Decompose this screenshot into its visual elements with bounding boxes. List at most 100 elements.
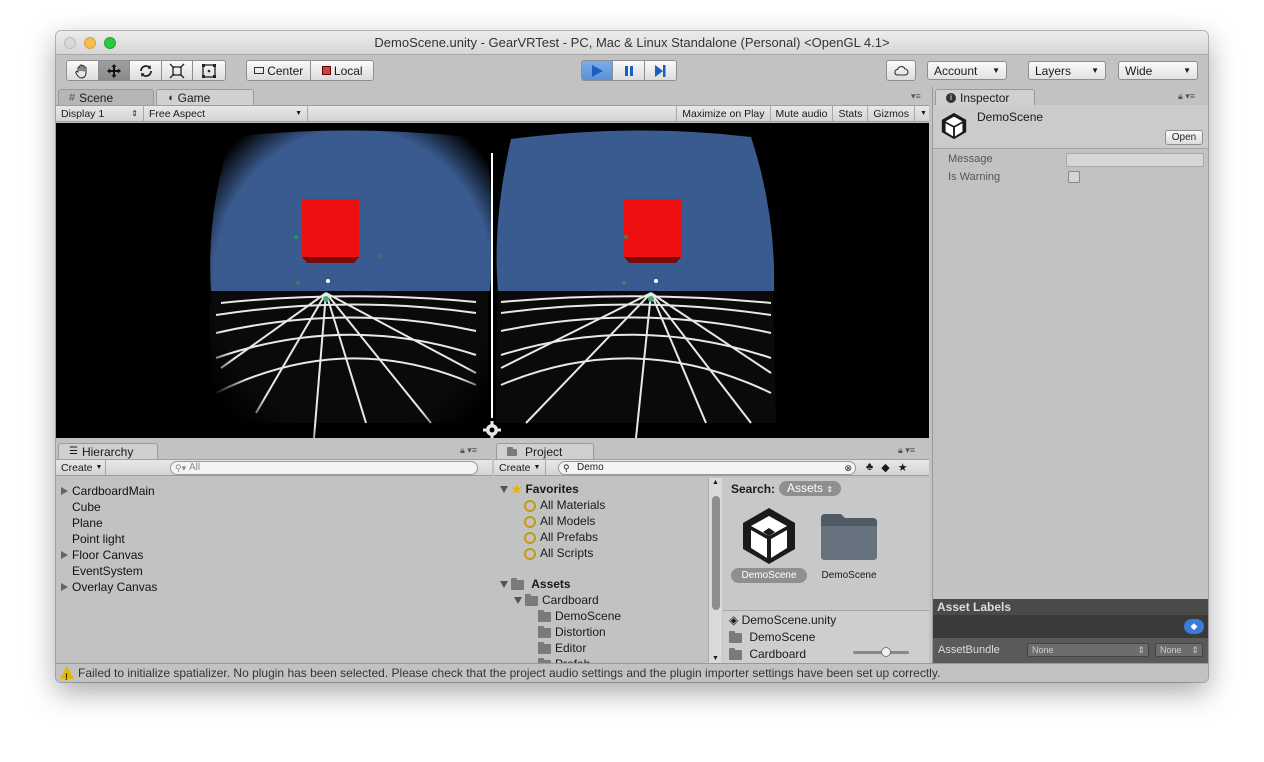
favorite-item[interactable]: All Prefabs — [524, 530, 598, 544]
expand-arrow-icon[interactable] — [500, 486, 508, 493]
hierarchy-item[interactable]: CardboardMain — [61, 483, 155, 499]
create-label: Create — [61, 461, 93, 474]
asset-list-item[interactable]: Cardboard — [729, 647, 806, 661]
search-scope-dropdown[interactable]: Assets ⇕ — [779, 481, 842, 496]
game-viewport[interactable] — [56, 123, 929, 438]
play-button[interactable] — [582, 61, 614, 80]
aspect-dropdown[interactable]: Free Aspect ▼ — [144, 106, 308, 121]
hierarchy-item[interactable]: Point light — [72, 531, 125, 547]
message-field[interactable] — [1066, 153, 1204, 167]
maximize-window-button[interactable] — [104, 37, 116, 49]
favorites-node[interactable]: ★ Favorites — [500, 482, 579, 496]
folder-tree-item[interactable]: Distortion — [538, 625, 606, 639]
scroll-up-icon[interactable]: ▲ — [712, 479, 719, 486]
status-message: Failed to initialize spatializer. No plu… — [78, 666, 941, 680]
assetbundle-dropdown[interactable]: None ⇕ — [1027, 643, 1149, 657]
hierarchy-item[interactable]: Floor Canvas — [61, 547, 143, 563]
tab-project[interactable]: Project — [496, 443, 594, 460]
project-create-dropdown[interactable]: Create ▼ — [494, 460, 546, 475]
asset-labels-title: Asset Labels — [933, 599, 1208, 615]
project-search-input[interactable]: ⚲ Demo ⊗ — [558, 460, 856, 475]
favorite-label: All Materials — [540, 498, 606, 512]
icon-size-slider[interactable] — [853, 647, 909, 657]
display-label: Display 1 — [61, 107, 105, 120]
mute-audio-toggle[interactable]: Mute audio — [771, 106, 834, 121]
search-by-type-icon[interactable]: ♣ — [866, 461, 873, 474]
lock-menu-icon[interactable]: 🔒︎ ▾≡ — [460, 445, 477, 456]
scroll-down-icon[interactable]: ▼ — [712, 655, 719, 662]
expand-arrow-icon[interactable] — [500, 581, 508, 588]
tab-hierarchy[interactable]: ☰ Hierarchy — [58, 443, 158, 460]
hierarchy-search-input[interactable]: ⚲▾ All — [170, 460, 478, 475]
layers-label: Layers — [1035, 63, 1072, 78]
move-arrows-icon — [106, 63, 121, 78]
tree-scrollbar[interactable]: ▲ ▼ — [708, 478, 722, 663]
lock-menu-icon[interactable]: 🔒︎ ▾≡ — [898, 445, 915, 456]
hierarchy-item[interactable]: Overlay Canvas — [61, 579, 157, 595]
favorite-item[interactable]: All Materials — [524, 498, 605, 512]
tab-inspector[interactable]: i Inspector — [935, 89, 1035, 106]
assetbundle-variant-dropdown[interactable]: None ⇕ — [1155, 643, 1203, 657]
asset-list-item[interactable]: DemoScene — [729, 630, 815, 644]
pause-button[interactable] — [613, 61, 645, 80]
favorite-star-icon[interactable]: ★ — [898, 461, 908, 474]
hand-tool-button[interactable] — [67, 61, 99, 80]
layout-label: Wide — [1125, 63, 1153, 78]
folder-icon — [729, 630, 742, 643]
rect-tool-button[interactable] — [193, 61, 225, 80]
caret-down-icon: ▼ — [920, 110, 927, 117]
hierarchy-item[interactable]: Plane — [72, 515, 103, 531]
lock-menu-icon[interactable]: 🔒︎ ▾≡ — [1178, 91, 1195, 102]
layers-dropdown[interactable]: Layers ▼ — [1028, 61, 1106, 80]
step-button[interactable] — [644, 61, 676, 80]
search-by-label-icon[interactable]: ◆ — [881, 461, 889, 474]
asset-grid-item-scene[interactable]: DemoScene — [731, 504, 807, 584]
expand-arrow-icon[interactable] — [514, 597, 522, 604]
pivot-center-button[interactable]: Center — [247, 61, 312, 80]
tag-icon[interactable]: ◆ — [1184, 619, 1204, 634]
stats-label: Stats — [838, 107, 863, 120]
asset-list-item[interactable]: ◈ DemoScene.unity — [729, 613, 836, 627]
tab-game[interactable]: ◖ Game — [156, 89, 254, 106]
favorite-item[interactable]: All Scripts — [524, 546, 593, 560]
clear-search-icon[interactable]: ⊗ — [844, 462, 852, 474]
cloud-button[interactable] — [886, 60, 916, 81]
maximize-on-play-toggle[interactable]: Maximize on Play — [676, 106, 771, 121]
asset-grid-item-folder[interactable]: DemoScene — [811, 504, 887, 584]
slider-thumb[interactable] — [881, 647, 891, 657]
minimize-window-button[interactable] — [84, 37, 96, 49]
expand-arrow-icon[interactable] — [61, 583, 68, 591]
move-tool-button[interactable] — [98, 61, 131, 80]
expand-arrow-icon[interactable] — [61, 487, 68, 495]
caret-down-icon: ▼ — [1183, 66, 1191, 75]
scale-tool-button[interactable] — [161, 61, 194, 80]
panel-menu-icon[interactable]: ▾≡ — [911, 91, 921, 102]
close-window-button[interactable] — [64, 37, 76, 49]
rotate-tool-button[interactable] — [130, 61, 162, 80]
tab-scene[interactable]: # Scene — [58, 89, 154, 106]
scroll-thumb[interactable] — [712, 496, 720, 610]
folder-tree-item[interactable]: Editor — [538, 641, 586, 655]
hierarchy-toolbar: Create ▼ ⚲▾ All — [56, 459, 492, 476]
gizmos-toggle[interactable]: Gizmos — [868, 106, 915, 121]
folder-tree-item[interactable]: DemoScene — [538, 609, 621, 623]
assets-node[interactable]: Assets — [500, 577, 571, 591]
hierarchy-item[interactable]: EventSystem — [72, 563, 143, 579]
hierarchy-item[interactable]: Cube — [72, 499, 101, 515]
console-status-bar[interactable]: Failed to initialize spatializer. No plu… — [56, 663, 1208, 682]
is-warning-checkbox[interactable] — [1068, 171, 1080, 183]
message-label: Message — [948, 153, 993, 165]
playback-controls — [581, 60, 677, 81]
gizmos-dropdown[interactable]: ▼ — [915, 106, 929, 121]
expand-arrow-icon[interactable] — [61, 551, 68, 559]
display-dropdown[interactable]: Display 1 ⇕ — [56, 106, 144, 121]
grid-item-label: DemoScene — [731, 568, 807, 583]
stats-toggle[interactable]: Stats — [833, 106, 869, 121]
account-dropdown[interactable]: Account ▼ — [927, 61, 1007, 80]
pivot-local-button[interactable]: Local — [311, 61, 373, 80]
hierarchy-create-dropdown[interactable]: Create ▼ — [56, 460, 106, 475]
favorite-item[interactable]: All Models — [524, 514, 595, 528]
layout-dropdown[interactable]: Wide ▼ — [1118, 61, 1198, 80]
folder-tree-item[interactable]: Cardboard — [514, 593, 599, 607]
open-button[interactable]: Open — [1165, 130, 1203, 145]
